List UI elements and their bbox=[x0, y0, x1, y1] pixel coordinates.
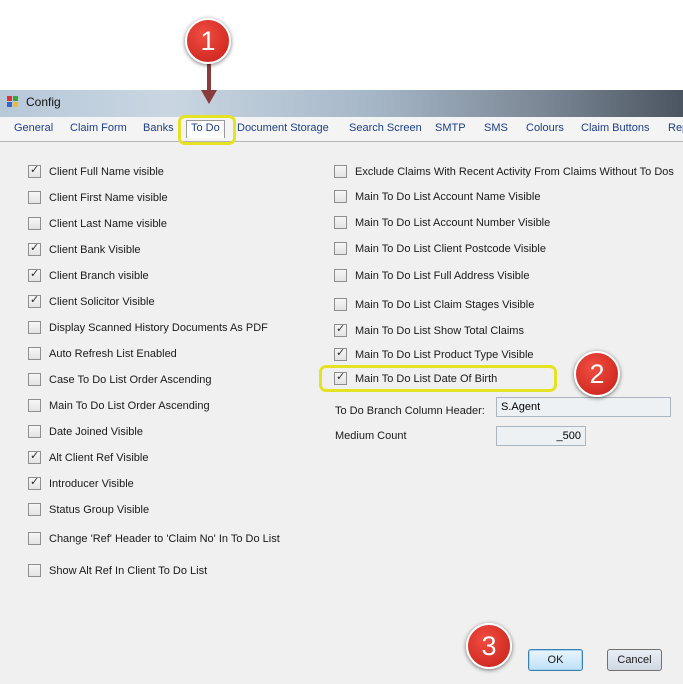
window-title: Config bbox=[26, 95, 61, 109]
option-label: Display Scanned History Documents As PDF bbox=[49, 321, 268, 334]
option-label: Change 'Ref' Header to 'Claim No' In To … bbox=[49, 532, 280, 545]
option-alt-client-ref[interactable]: Alt Client Ref Visible bbox=[28, 449, 149, 464]
option-show-alt-ref[interactable]: Show Alt Ref In Client To Do List bbox=[28, 564, 207, 577]
option-main-order-ascending[interactable]: Main To Do List Order Ascending bbox=[28, 399, 210, 412]
checkbox[interactable] bbox=[334, 322, 347, 337]
tab-general[interactable]: General bbox=[14, 122, 53, 134]
callout-marker-3: 3 bbox=[466, 623, 512, 669]
highlight-to-do-tab bbox=[178, 115, 236, 145]
checkbox[interactable] bbox=[334, 190, 347, 203]
callout-arrow bbox=[207, 60, 211, 94]
callout-marker-2: 2 bbox=[574, 351, 620, 397]
checkbox[interactable] bbox=[334, 269, 347, 282]
highlight-date-of-birth bbox=[319, 365, 557, 392]
checkbox[interactable] bbox=[334, 346, 347, 361]
option-label: Status Group Visible bbox=[49, 503, 150, 516]
option-label: Exclude Claims With Recent Activity From… bbox=[355, 165, 674, 178]
tab-search-screen[interactable]: Search Screen bbox=[349, 122, 422, 134]
checkbox[interactable] bbox=[28, 373, 41, 386]
checkbox[interactable] bbox=[28, 293, 41, 308]
checkbox[interactable] bbox=[334, 216, 347, 229]
option-introducer[interactable]: Introducer Visible bbox=[28, 475, 134, 490]
checkbox[interactable] bbox=[28, 321, 41, 334]
option-label: Main To Do List Product Type Visible bbox=[355, 348, 534, 361]
option-account-number[interactable]: Main To Do List Account Number Visible bbox=[334, 216, 550, 229]
option-date-joined[interactable]: Date Joined Visible bbox=[28, 425, 143, 438]
tab-banks[interactable]: Banks bbox=[143, 122, 174, 134]
branch-header-input[interactable] bbox=[496, 397, 671, 417]
checkbox[interactable] bbox=[28, 449, 41, 464]
title-bar[interactable]: Config bbox=[0, 90, 683, 117]
medium-count-label: Medium Count bbox=[335, 430, 407, 442]
option-label: Main To Do List Client Postcode Visible bbox=[355, 242, 546, 255]
option-label: Auto Refresh List Enabled bbox=[49, 347, 177, 360]
option-scanned-history-pdf[interactable]: Display Scanned History Documents As PDF bbox=[28, 321, 268, 334]
option-label: Client Last Name visible bbox=[49, 217, 167, 230]
checkbox[interactable] bbox=[334, 298, 347, 311]
checkbox[interactable] bbox=[28, 564, 41, 577]
option-client-postcode[interactable]: Main To Do List Client Postcode Visible bbox=[334, 242, 546, 255]
option-label: Main To Do List Account Number Visible bbox=[355, 216, 551, 229]
option-auto-refresh[interactable]: Auto Refresh List Enabled bbox=[28, 347, 177, 360]
app-icon bbox=[7, 96, 18, 107]
option-label: Show Alt Ref In Client To Do List bbox=[49, 564, 208, 577]
checkbox[interactable] bbox=[28, 503, 41, 516]
option-label: Client Solicitor Visible bbox=[49, 295, 155, 308]
checkbox[interactable] bbox=[28, 425, 41, 438]
medium-count-input[interactable] bbox=[496, 426, 586, 446]
option-label: Main To Do List Order Ascending bbox=[49, 399, 210, 412]
option-client-branch[interactable]: Client Branch visible bbox=[28, 267, 149, 282]
tab-colours[interactable]: Colours bbox=[526, 122, 564, 134]
option-client-full-name[interactable]: Client Full Name visible bbox=[28, 163, 164, 178]
option-label: Main To Do List Show Total Claims bbox=[355, 324, 524, 337]
tab-document-storage[interactable]: Document Storage bbox=[237, 122, 329, 134]
checkbox[interactable] bbox=[28, 241, 41, 256]
checkbox[interactable] bbox=[28, 163, 41, 178]
option-full-address[interactable]: Main To Do List Full Address Visible bbox=[334, 269, 529, 282]
option-label: Case To Do List Order Ascending bbox=[49, 373, 212, 386]
tab-claim-form[interactable]: Claim Form bbox=[70, 122, 127, 134]
option-label: Alt Client Ref Visible bbox=[49, 451, 149, 464]
checkbox[interactable] bbox=[28, 347, 41, 360]
cancel-button[interactable]: Cancel bbox=[607, 649, 662, 671]
tab-smtp[interactable]: SMTP bbox=[435, 122, 466, 134]
checkbox[interactable] bbox=[28, 399, 41, 412]
option-label: Date Joined Visible bbox=[49, 425, 143, 438]
option-client-first-name[interactable]: Client First Name visible bbox=[28, 191, 168, 204]
checkbox[interactable] bbox=[28, 217, 41, 230]
callout-arrow-head bbox=[201, 90, 217, 104]
tab-claim-buttons[interactable]: Claim Buttons bbox=[581, 122, 649, 134]
option-label: Main To Do List Account Name Visible bbox=[355, 190, 541, 203]
checkbox[interactable] bbox=[28, 475, 41, 490]
option-label: Client Branch visible bbox=[49, 269, 149, 282]
option-exclude-recent-activity[interactable]: Exclude Claims With Recent Activity From… bbox=[334, 165, 674, 178]
option-client-bank[interactable]: Client Bank Visible bbox=[28, 241, 141, 256]
checkbox[interactable] bbox=[28, 191, 41, 204]
checkbox[interactable] bbox=[28, 532, 41, 545]
option-label: Main To Do List Claim Stages Visible bbox=[355, 298, 535, 311]
option-change-ref-header[interactable]: Change 'Ref' Header to 'Claim No' In To … bbox=[28, 532, 280, 545]
option-account-name[interactable]: Main To Do List Account Name Visible bbox=[334, 190, 540, 203]
option-client-last-name[interactable]: Client Last Name visible bbox=[28, 217, 167, 230]
option-label: Introducer Visible bbox=[49, 477, 134, 490]
tab-sms[interactable]: SMS bbox=[484, 122, 508, 134]
option-claim-stages[interactable]: Main To Do List Claim Stages Visible bbox=[334, 298, 534, 311]
option-status-group[interactable]: Status Group Visible bbox=[28, 503, 149, 516]
option-client-solicitor[interactable]: Client Solicitor Visible bbox=[28, 293, 155, 308]
checkbox[interactable] bbox=[334, 242, 347, 255]
ok-button[interactable]: OK bbox=[528, 649, 583, 671]
option-case-order-ascending[interactable]: Case To Do List Order Ascending bbox=[28, 373, 211, 386]
tab-rep[interactable]: Rep bbox=[668, 122, 683, 134]
option-label: Main To Do List Full Address Visible bbox=[355, 269, 530, 282]
checkbox[interactable] bbox=[334, 165, 347, 178]
option-label: Client Full Name visible bbox=[49, 165, 164, 178]
callout-marker-1: 1 bbox=[185, 18, 231, 64]
tab-strip: General Claim Form Banks To Do Document … bbox=[0, 117, 683, 142]
branch-header-label: To Do Branch Column Header: bbox=[335, 405, 485, 417]
option-label: Client First Name visible bbox=[49, 191, 168, 204]
checkbox[interactable] bbox=[28, 267, 41, 282]
option-label: Client Bank Visible bbox=[49, 243, 141, 256]
option-total-claims[interactable]: Main To Do List Show Total Claims bbox=[334, 322, 524, 337]
option-product-type[interactable]: Main To Do List Product Type Visible bbox=[334, 346, 534, 361]
